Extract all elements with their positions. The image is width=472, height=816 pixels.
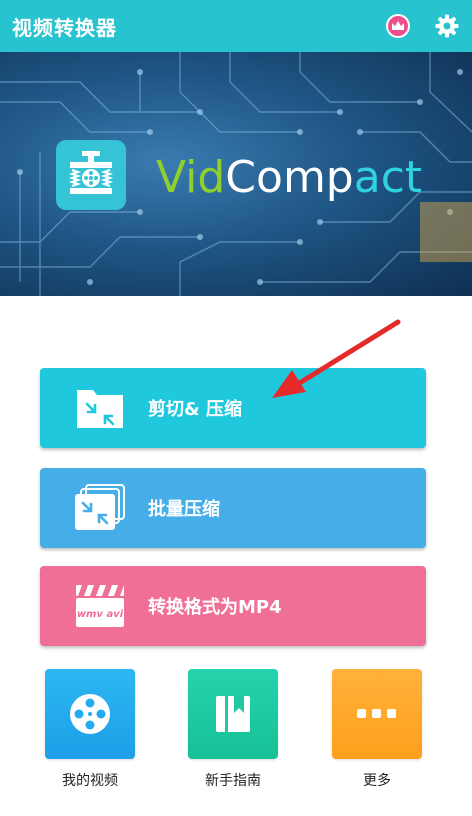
batch-compress-label: 批量压缩 [148, 499, 220, 520]
wordmark-part: Comp [225, 152, 354, 203]
beginner-guide-tile[interactable] [188, 669, 278, 759]
app-title: 视频转换器 [12, 15, 117, 40]
top-bar: 视频转换器 [0, 0, 472, 52]
clapper-wmv-avi-icon: wmv avi [72, 578, 128, 634]
crown-icon[interactable] [386, 14, 410, 38]
cut-compress-label: 剪切& 压缩 [148, 399, 242, 420]
vidcompact-wordmark: VidCompact [156, 152, 422, 203]
vidcompact-banner: VidCompact [0, 52, 472, 296]
folder-compress-icon [72, 380, 128, 436]
my-videos-label: 我的视频 [62, 773, 118, 789]
more-dots-icon [357, 709, 396, 718]
guide-book-icon [216, 696, 250, 732]
top-actions [386, 13, 460, 39]
more-label: 更多 [363, 773, 391, 789]
cut-compress-button[interactable]: 剪切& 压缩 [40, 368, 426, 448]
convert-mp4-button[interactable]: wmv avi 转换格式为MP4 [40, 566, 426, 646]
vidcompact-logo-icon [56, 140, 126, 210]
gear-icon[interactable] [434, 13, 460, 39]
convert-mp4-label: 转换格式为MP4 [148, 597, 282, 618]
my-videos-tile[interactable] [45, 669, 135, 759]
batch-compress-button[interactable]: 批量压缩 [40, 468, 426, 548]
app-screen: 视频转换器 VidCompact 剪切& 压缩 批量压缩 wmv avi 转换格… [0, 0, 472, 816]
wordmark-part: Vid [156, 152, 226, 203]
beginner-guide-label: 新手指南 [205, 773, 261, 789]
clapper-text: wmv avi [77, 609, 124, 620]
more-tile[interactable] [332, 669, 422, 759]
film-reel-icon [70, 694, 110, 734]
stack-compress-icon [72, 480, 128, 536]
wordmark-part: act [353, 152, 423, 203]
